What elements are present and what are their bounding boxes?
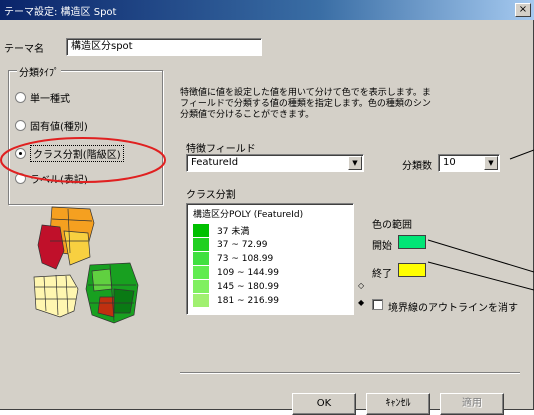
down-arrow-icon[interactable]: ◆ bbox=[358, 298, 364, 307]
classification-group-title: 分類ﾀｲﾌﾟ bbox=[17, 64, 61, 79]
green-region-map bbox=[85, 262, 139, 324]
end-color-swatch[interactable] bbox=[398, 263, 426, 277]
map-illustration bbox=[33, 206, 139, 324]
color-swatch bbox=[193, 238, 209, 251]
range-label: 37 ~ 72.99 bbox=[217, 239, 268, 250]
list-item[interactable]: 145 ~ 180.99 bbox=[193, 280, 279, 293]
radio-unique-value[interactable]: 固有値(種別) bbox=[15, 117, 88, 133]
color-swatch bbox=[193, 224, 209, 237]
class-list-header: 構造区分POLY (FeatureId) bbox=[193, 210, 304, 220]
radio-button-icon bbox=[15, 172, 26, 184]
classification-groupbox: 分類ﾀｲﾌﾟ 単一種式 固有値(種別) クラス分割(階級区) ラベル(表記) bbox=[8, 64, 163, 205]
range-label: 145 ~ 180.99 bbox=[217, 281, 279, 292]
radio-button-icon bbox=[15, 91, 26, 103]
close-button[interactable]: × bbox=[515, 3, 531, 17]
ok-button[interactable]: OK bbox=[292, 393, 356, 415]
description-line: 特徴値に値を設定した値を用いて分けて色でを表示します。ま bbox=[180, 88, 431, 98]
color-swatch bbox=[193, 280, 209, 293]
theme-name-value: 構造区分spot bbox=[71, 41, 133, 52]
list-item[interactable]: 109 ~ 144.99 bbox=[193, 266, 279, 279]
description-line: フィールドで分類する値の種類を指定します。色の種類のシン bbox=[180, 99, 431, 109]
range-label: 73 ~ 108.99 bbox=[217, 253, 274, 264]
apply-button[interactable]: 適用 bbox=[440, 393, 504, 415]
window-title: テーマ設定: 構造区 Spot bbox=[4, 7, 117, 18]
divider bbox=[180, 372, 520, 374]
radio-class-split[interactable]: クラス分割(階級区) bbox=[15, 144, 124, 162]
chevron-down-icon[interactable]: ▼ bbox=[348, 156, 362, 170]
cancel-button[interactable]: ｷｬﾝｾﾙ bbox=[366, 393, 430, 415]
list-item[interactable]: 181 ~ 216.99 bbox=[193, 294, 279, 307]
class-range-list[interactable]: 構造区分POLY (FeatureId) 37 未満 37 ~ 72.99 73… bbox=[186, 203, 354, 315]
list-item[interactable]: 73 ~ 108.99 bbox=[193, 252, 273, 265]
divisions-select[interactable]: 10 ▼ bbox=[438, 154, 500, 172]
color-swatch bbox=[193, 252, 209, 265]
theme-name-label: テーマ名 bbox=[4, 44, 44, 55]
end-color-label: 終了 bbox=[372, 269, 392, 280]
color-range-label: 色の範囲 bbox=[372, 220, 412, 231]
description-text: 特徴値に値を設定した値を用いて分けて色でを表示します。ま フィールドで分類する値… bbox=[180, 88, 520, 121]
color-swatch bbox=[193, 266, 209, 279]
outline-checkbox[interactable] bbox=[372, 299, 383, 310]
theme-settings-dialog: テーマ設定: 構造区 Spot × テーマ名 構造区分spot 分類ﾀｲﾌﾟ 単… bbox=[0, 0, 534, 415]
field-select[interactable]: FeatureId ▼ bbox=[186, 154, 364, 172]
radio-button-checked-icon bbox=[15, 147, 26, 159]
divisions-select-value: 10 bbox=[443, 157, 456, 168]
radio-label-type[interactable]: ラベル(表記) bbox=[15, 170, 88, 186]
list-item[interactable]: 37 ~ 72.99 bbox=[193, 238, 267, 251]
field-select-value: FeatureId bbox=[191, 157, 239, 168]
up-arrow-icon[interactable]: ◇ bbox=[358, 281, 364, 290]
description-line: 分類値で分けることができます。 bbox=[180, 110, 315, 120]
close-icon: × bbox=[518, 4, 528, 15]
range-label: 109 ~ 144.99 bbox=[217, 267, 279, 278]
theme-name-input[interactable]: 構造区分spot bbox=[66, 38, 262, 56]
range-label: 37 未満 bbox=[217, 227, 250, 237]
start-color-swatch[interactable] bbox=[398, 235, 426, 249]
yellow-region-map bbox=[33, 274, 79, 318]
outline-checkbox-label: 境界線のアウトラインを消す bbox=[388, 303, 518, 314]
chevron-down-icon[interactable]: ▼ bbox=[484, 156, 498, 170]
range-label: 181 ~ 216.99 bbox=[217, 295, 279, 306]
divisions-label: 分類数 bbox=[402, 161, 432, 172]
list-item[interactable]: 37 未満 bbox=[193, 224, 249, 237]
radio-label: 固有値(種別) bbox=[30, 121, 88, 133]
class-split-label: クラス分割 bbox=[186, 190, 236, 201]
radio-label: クラス分割(階級区) bbox=[30, 144, 124, 162]
radio-single-type[interactable]: 単一種式 bbox=[15, 89, 70, 105]
start-color-label: 開始 bbox=[372, 241, 392, 252]
orange-region-map bbox=[37, 206, 95, 270]
field-label: 特徴フィールド bbox=[186, 144, 256, 155]
radio-label: ラベル(表記) bbox=[30, 174, 88, 186]
color-swatch bbox=[193, 294, 209, 307]
title-bar: テーマ設定: 構造区 Spot × bbox=[0, 0, 534, 20]
radio-button-icon bbox=[15, 119, 26, 131]
radio-label: 単一種式 bbox=[30, 93, 70, 105]
